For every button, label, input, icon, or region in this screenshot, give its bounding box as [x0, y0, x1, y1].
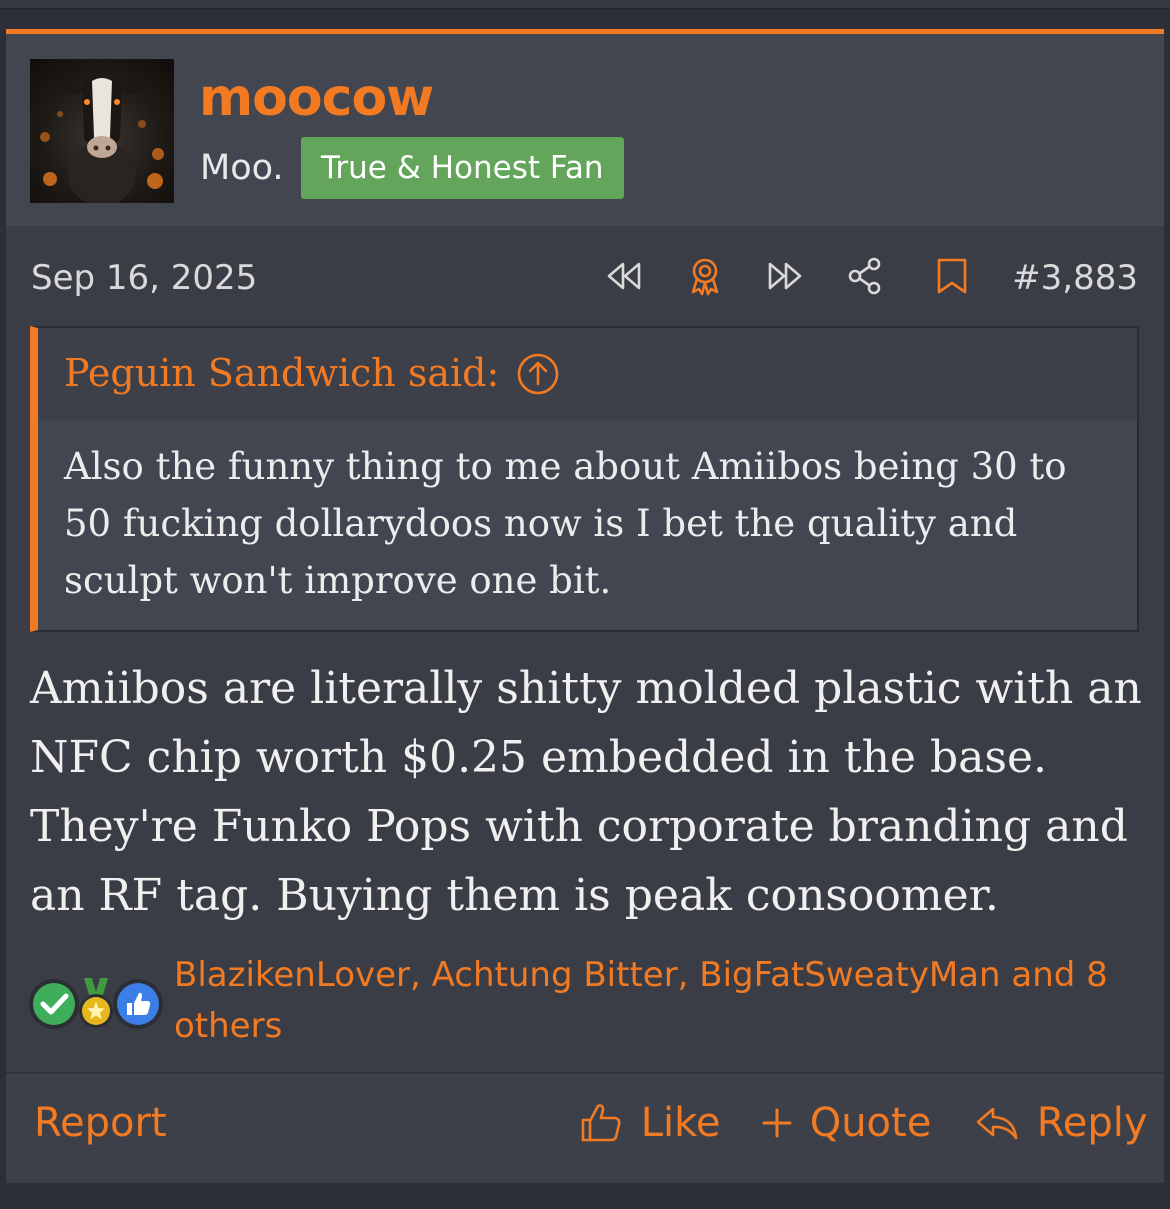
username[interactable]: moocow: [199, 68, 434, 128]
report-button[interactable]: Report: [34, 1094, 167, 1148]
post-number[interactable]: #3,883: [1012, 256, 1138, 300]
plus-icon: [761, 1100, 793, 1146]
reaction-icons[interactable]: [26, 974, 166, 1034]
user-banner: True & Honest Fan: [301, 137, 624, 199]
award-icon[interactable]: [683, 254, 727, 298]
quote-label: Quote: [809, 1100, 932, 1146]
report-label: Report: [34, 1100, 167, 1146]
quote-text: Also the funny thing to me about Amiibos…: [64, 445, 1067, 602]
reply-arrow-icon: [974, 1100, 1020, 1146]
forum-post: moocow Moo. True & Honest Fan Sep 16, 20…: [6, 29, 1164, 1183]
post-footer: Report Like Quote Reply: [6, 1072, 1164, 1183]
reaction-summary[interactable]: BlazikenLover, Achtung Bitter, BigFatSwe…: [174, 950, 1134, 1052]
post-user-header: moocow Moo. True & Honest Fan: [6, 34, 1164, 226]
avatar[interactable]: [30, 59, 174, 203]
thumbs-up-reaction-icon[interactable]: [110, 974, 166, 1030]
first-unread-icon[interactable]: [602, 254, 646, 298]
jump-to-quote-icon[interactable]: [516, 352, 560, 396]
top-strip: [0, 0, 1170, 9]
reply-button[interactable]: Reply: [974, 1094, 1148, 1148]
quote-button[interactable]: Quote: [761, 1094, 931, 1148]
next-icon[interactable]: [763, 254, 807, 298]
like-button[interactable]: Like: [578, 1094, 720, 1148]
post-message: Amiibos are literally shitty molded plas…: [30, 663, 1142, 921]
quote-author[interactable]: Peguin Sandwich said:: [64, 350, 499, 396]
bookmark-icon[interactable]: [930, 254, 974, 298]
user-title: Moo.: [200, 148, 284, 188]
quote-block: Peguin Sandwich said: Also the funny thi…: [30, 326, 1139, 632]
thumbs-up-icon: [578, 1100, 624, 1146]
reply-label: Reply: [1036, 1100, 1148, 1146]
post-date[interactable]: Sep 16, 2025: [31, 256, 257, 300]
like-label: Like: [640, 1100, 721, 1146]
share-icon[interactable]: [843, 254, 887, 298]
